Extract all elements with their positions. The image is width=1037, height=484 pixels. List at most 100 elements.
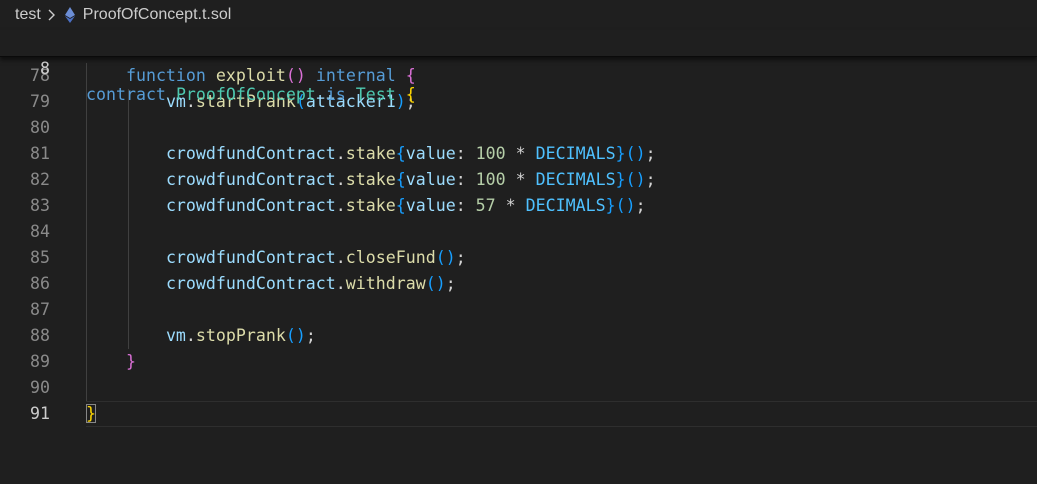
code-line[interactable]: 87	[0, 297, 1037, 323]
identifier: crowdfundContract	[165, 144, 336, 163]
semicolon: ;	[635, 196, 646, 215]
parens: ()	[625, 144, 646, 163]
line-content: crowdfundContract.closeFund();	[86, 245, 466, 271]
dot: .	[335, 144, 346, 163]
sticky-line[interactable]: 8 contract ProofOfConcept is Test {	[0, 30, 1037, 104]
sticky-scroll-header[interactable]: 8 contract ProofOfConcept is Test {	[0, 30, 1037, 104]
semicolon: ;	[305, 326, 316, 345]
function-name: stake	[345, 196, 396, 215]
semicolon: ;	[445, 274, 456, 293]
function-name: stopPrank	[195, 326, 286, 345]
identifier: crowdfundContract	[165, 248, 336, 267]
line-number: 87	[30, 300, 50, 319]
identifier: value	[405, 144, 456, 163]
code-line[interactable]: 80	[0, 115, 1037, 141]
code-line[interactable]: 90	[0, 375, 1037, 401]
brace: {	[405, 85, 416, 104]
number: 57	[475, 196, 496, 215]
code-line[interactable]: 91}	[0, 401, 1037, 427]
constant: DECIMALS	[525, 196, 606, 215]
base-contract: Test	[355, 85, 396, 104]
constant: DECIMALS	[535, 170, 616, 189]
parens: ()	[615, 196, 636, 215]
identifier: value	[405, 170, 456, 189]
function-name: stake	[345, 144, 396, 163]
number: 100	[475, 144, 506, 163]
line-content: crowdfundContract.stake{value: 57 * DECI…	[86, 193, 646, 219]
code-line[interactable]: 81 crowdfundContract.stake{value: 100 * …	[0, 141, 1037, 167]
brace: {	[395, 144, 406, 163]
operator: *	[505, 170, 536, 189]
line-content: contract ProofOfConcept is Test {	[86, 82, 416, 108]
brace: }	[615, 144, 626, 163]
semicolon: ;	[645, 170, 656, 189]
dot: .	[335, 170, 346, 189]
dot: .	[185, 326, 196, 345]
brace: }	[86, 404, 96, 423]
parens: ()	[285, 326, 306, 345]
line-number: 8	[40, 59, 50, 78]
line-content: crowdfundContract.stake{value: 100 * DEC…	[86, 141, 656, 167]
dot: .	[335, 274, 346, 293]
dot: .	[335, 196, 346, 215]
code-line[interactable]: 83 crowdfundContract.stake{value: 57 * D…	[0, 193, 1037, 219]
line-number: 81	[30, 144, 50, 163]
line-number: 86	[30, 274, 50, 293]
line-number: 89	[30, 352, 50, 371]
code-editor[interactable]: 78 function exploit() internal {79 vm.st…	[0, 63, 1037, 427]
line-content: crowdfundContract.withdraw();	[86, 271, 456, 297]
identifier: crowdfundContract	[165, 170, 336, 189]
operator: *	[505, 144, 536, 163]
identifier: crowdfundContract	[165, 196, 336, 215]
line-number: 83	[30, 196, 50, 215]
keyword: is	[325, 85, 346, 104]
colon: :	[455, 170, 476, 189]
contract-name: ProofOfConcept	[175, 85, 316, 104]
brace: }	[605, 196, 616, 215]
brace: }	[615, 170, 626, 189]
code-line[interactable]: 85 crowdfundContract.closeFund();	[0, 245, 1037, 271]
brace: }	[125, 352, 136, 371]
operator: *	[495, 196, 526, 215]
breadcrumb-file[interactable]: ProofOfConcept.t.sol	[83, 6, 232, 24]
line-content: vm.stopPrank();	[86, 323, 316, 349]
breadcrumb-folder[interactable]: test	[15, 6, 41, 24]
parens: ()	[625, 170, 646, 189]
code-line[interactable]: 82 crowdfundContract.stake{value: 100 * …	[0, 167, 1037, 193]
parens: ()	[425, 274, 446, 293]
dot: .	[335, 248, 346, 267]
code-line[interactable]: 86 crowdfundContract.withdraw();	[0, 271, 1037, 297]
line-number: 82	[30, 170, 50, 189]
function-name: withdraw	[345, 274, 426, 293]
brace: {	[395, 170, 406, 189]
code-line[interactable]: 89 }	[0, 349, 1037, 375]
identifier: value	[405, 196, 456, 215]
ethereum-diamond-icon	[64, 7, 75, 23]
line-number: 88	[30, 326, 50, 345]
chevron-right-icon	[47, 8, 57, 22]
constant: DECIMALS	[535, 144, 616, 163]
colon: :	[455, 144, 476, 163]
line-number: 84	[30, 222, 50, 241]
semicolon: ;	[455, 248, 466, 267]
function-name: stake	[345, 170, 396, 189]
code-line[interactable]: 84	[0, 219, 1037, 245]
function-name: closeFund	[345, 248, 436, 267]
code-line[interactable]: 88 vm.stopPrank();	[0, 323, 1037, 349]
line-content: }	[86, 401, 96, 427]
semicolon: ;	[645, 144, 656, 163]
line-number: 90	[30, 378, 50, 397]
parens: ()	[435, 248, 456, 267]
line-content: }	[86, 349, 136, 375]
number: 100	[475, 170, 506, 189]
line-content: crowdfundContract.stake{value: 100 * DEC…	[86, 167, 656, 193]
keyword: contract	[86, 85, 166, 104]
line-number: 91	[30, 404, 50, 423]
